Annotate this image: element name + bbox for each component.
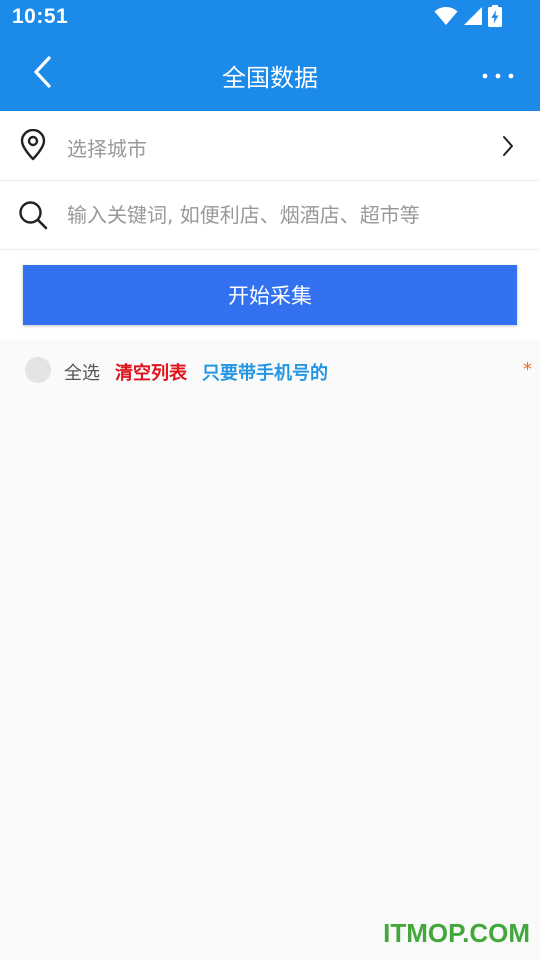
- required-asterisk: *: [523, 359, 532, 380]
- button-area: 开始采集: [0, 250, 540, 340]
- app-bar: 全国数据: [0, 38, 540, 111]
- watermark-logo: ITMOP.COM: [383, 918, 530, 948]
- page-title: 全国数据: [222, 64, 318, 92]
- battery-charging-icon: [488, 5, 502, 31]
- more-button[interactable]: [478, 54, 518, 94]
- search-row: [0, 181, 540, 250]
- signal-icon: [463, 6, 483, 30]
- chevron-right-icon: [496, 133, 520, 159]
- status-bar: 10:51: [0, 0, 540, 38]
- options-row: 全选 清空列表 只要带手机号的 *: [0, 340, 540, 400]
- phone-only-filter[interactable]: 只要带手机号的: [202, 359, 328, 385]
- location-pin-icon: [16, 128, 50, 162]
- screen: 10:51 全国数据 选择城市 输入关键词, 如便利店、烟酒店、超市等 开始采集…: [0, 0, 540, 960]
- select-all-label[interactable]: 全选: [64, 359, 100, 385]
- more-dots-icon: [482, 65, 514, 84]
- clear-list-button[interactable]: 清空列表: [115, 359, 187, 385]
- select-all-radio[interactable]: [25, 357, 51, 383]
- search-icon: [16, 198, 50, 232]
- city-selector-label: 选择城市: [67, 137, 147, 161]
- search-input[interactable]: [64, 195, 520, 235]
- status-icons: [434, 5, 502, 31]
- wifi-icon: [434, 6, 458, 30]
- status-time: 10:51: [12, 5, 69, 28]
- start-collect-button[interactable]: 开始采集: [23, 265, 517, 325]
- city-selector[interactable]: 选择城市: [0, 111, 540, 181]
